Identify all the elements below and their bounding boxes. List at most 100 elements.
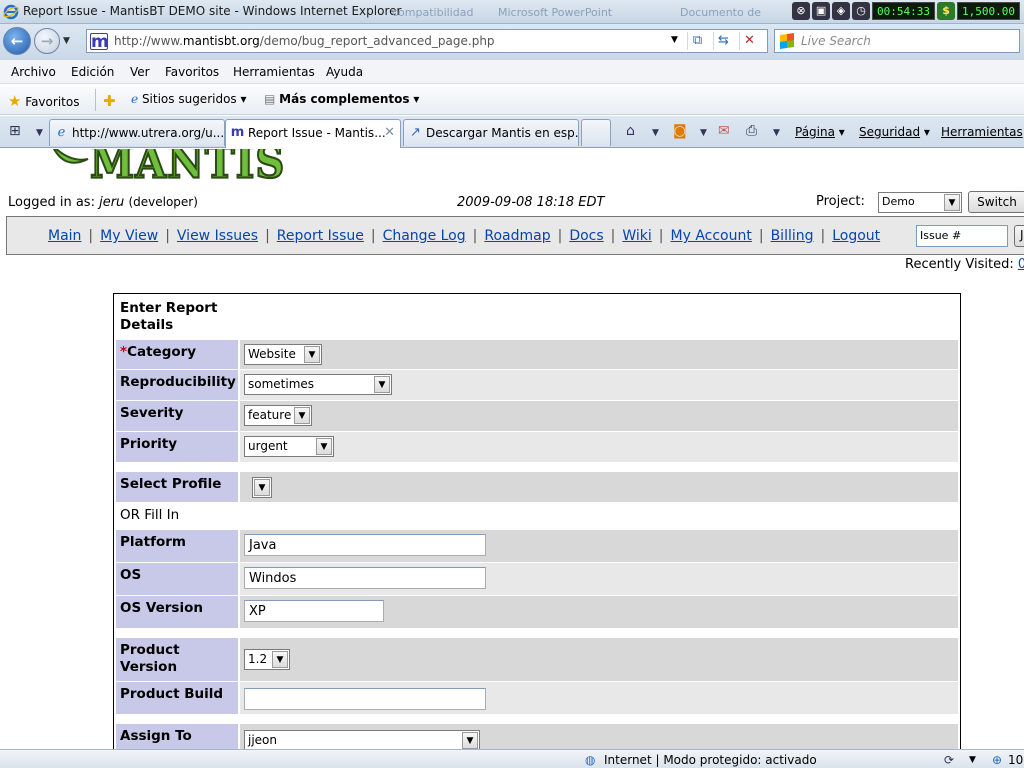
zoom-dropdown-icon[interactable]: ▼ xyxy=(969,755,976,765)
product-version-select[interactable]: 1.2 ▼ xyxy=(244,649,290,670)
balance-display: 1,500.00 xyxy=(957,2,1020,20)
tab-list-dropdown-icon[interactable]: ▼ xyxy=(36,128,43,138)
product-build-input[interactable] xyxy=(244,688,486,710)
switch-button[interactable]: Switch xyxy=(968,191,1024,213)
nav-billing[interactable]: Billing xyxy=(771,228,814,244)
select-profile-label: Select Profile xyxy=(116,472,238,502)
print-icon[interactable]: ⎙ xyxy=(746,123,757,139)
title-bar: Report Issue - MantisBT DEMO site - Wind… xyxy=(0,0,1024,24)
chevron-down-icon: ▼ xyxy=(294,407,310,424)
chevron-down-icon: ▼ xyxy=(316,438,332,455)
issue-number-input[interactable]: Issue # xyxy=(916,225,1008,247)
zoom-level[interactable]: 10 xyxy=(1008,753,1023,767)
security-zone[interactable]: Internet | Modo protegido: activado xyxy=(604,753,817,767)
nav-view-issues[interactable]: View Issues xyxy=(177,228,258,244)
background-window-label: compatibilidad xyxy=(392,6,474,19)
project-select[interactable]: Demo ▼ xyxy=(878,192,962,213)
nav-main[interactable]: Main xyxy=(48,228,81,244)
add-favorite-button[interactable]: ✚ xyxy=(103,92,116,110)
os-row: OS Windos xyxy=(116,563,958,595)
nav-report-issue[interactable]: Report Issue xyxy=(277,228,364,244)
forward-button[interactable]: → xyxy=(34,28,60,54)
assign-to-label: Assign To xyxy=(116,724,238,749)
nav-docs[interactable]: Docs xyxy=(569,228,603,244)
reproducibility-row: Reproducibility sometimes ▼ xyxy=(116,370,958,400)
priority-label: Priority xyxy=(116,432,238,462)
reproducibility-select[interactable]: sometimes ▼ xyxy=(244,374,392,395)
menu-archivo[interactable]: Archivo xyxy=(11,65,56,79)
close-tab-icon[interactable]: ✕ xyxy=(384,125,395,140)
print-dropdown-icon[interactable]: ▼ xyxy=(773,128,780,138)
address-url[interactable]: http://www.mantisbt.org/demo/bug_report_… xyxy=(114,34,495,48)
user-role: (developer) xyxy=(128,195,198,209)
clock-icon[interactable]: ◷ xyxy=(852,2,871,20)
menu-edicion[interactable]: Edición xyxy=(71,65,114,79)
history-dropdown-icon[interactable]: ▼ xyxy=(63,36,70,46)
home-dropdown-icon[interactable]: ▼ xyxy=(652,128,659,138)
refresh-icon[interactable]: ⇆ xyxy=(713,32,733,50)
address-dropdown-icon[interactable]: ▼ xyxy=(671,35,678,45)
quick-tabs-icon[interactable]: ⊞ xyxy=(9,123,21,139)
nav-logout[interactable]: Logout xyxy=(832,228,880,244)
internet-explorer-icon: ℯ xyxy=(57,125,66,140)
compatibility-view-icon[interactable]: ⧉ xyxy=(687,32,707,50)
recently-visited-link[interactable]: 00 xyxy=(1018,257,1024,272)
menu-favoritos[interactable]: Favoritos xyxy=(165,65,219,79)
feeds-icon[interactable]: ◙ xyxy=(673,123,687,139)
menu-ver[interactable]: Ver xyxy=(130,65,150,79)
os-version-input[interactable]: XP xyxy=(244,600,384,622)
stop-icon[interactable]: ✕ xyxy=(739,32,759,50)
profile-select[interactable]: ▼ xyxy=(252,477,272,498)
dollar-icon: $ xyxy=(937,2,956,20)
feeds-dropdown-icon[interactable]: ▼ xyxy=(700,128,707,138)
page-menu[interactable]: Página ▾ xyxy=(795,125,845,139)
protected-mode-icon[interactable]: ⟳ xyxy=(944,753,954,767)
address-bar[interactable]: m http://www.mantisbt.org/demo/bug_repor… xyxy=(86,29,768,53)
new-tab-button[interactable] xyxy=(581,119,611,146)
nav-wiki[interactable]: Wiki xyxy=(622,228,651,244)
report-form: Enter Report Details *Category Website ▼ … xyxy=(113,293,961,749)
jump-button[interactable]: J xyxy=(1014,225,1024,247)
network-icon[interactable]: ▣ xyxy=(812,2,831,20)
chevron-down-icon: ▼ xyxy=(254,479,270,496)
search-box[interactable]: Live Search xyxy=(774,29,1020,53)
severity-row: Severity feature ▼ xyxy=(116,401,958,431)
platform-row: Platform Java xyxy=(116,530,958,562)
favorites-button[interactable]: ★ Favoritos xyxy=(8,92,79,110)
menu-bar: Archivo Edición Ver Favoritos Herramient… xyxy=(0,60,1024,84)
suggested-sites-button[interactable]: ℯ Sitios sugeridos ▾ xyxy=(131,92,247,106)
mantis-favicon-icon: ↗ xyxy=(410,125,421,140)
nav-my-account[interactable]: My Account xyxy=(671,228,752,244)
back-button[interactable]: ← xyxy=(3,27,31,55)
nav-roadmap[interactable]: Roadmap xyxy=(484,228,550,244)
mantis-favicon-icon: m xyxy=(230,125,245,140)
close-circle-icon[interactable]: ⊗ xyxy=(792,2,811,20)
mail-icon[interactable]: ✉ xyxy=(718,123,730,139)
nav-change-log[interactable]: Change Log xyxy=(383,228,466,244)
tools-menu[interactable]: Herramientas ▾ xyxy=(941,125,1024,139)
category-select[interactable]: Website ▼ xyxy=(244,344,322,365)
severity-select[interactable]: feature ▼ xyxy=(244,405,312,426)
security-menu[interactable]: Seguridad ▾ xyxy=(859,125,930,139)
platform-input[interactable]: Java xyxy=(244,534,486,556)
tab-utrera[interactable]: ℯ http://www.utrera.org/u... xyxy=(49,119,225,146)
tab-report-issue[interactable]: m Report Issue - Mantis... ✕ xyxy=(225,119,401,148)
select-profile-row: Select Profile ▼ xyxy=(116,472,958,502)
assign-to-select[interactable]: jjeon ▼ xyxy=(244,730,480,749)
assign-to-row: Assign To jjeon ▼ xyxy=(116,724,958,749)
nav-my-view[interactable]: My View xyxy=(100,228,158,244)
priority-select[interactable]: urgent ▼ xyxy=(244,436,334,457)
shield-icon[interactable]: ◈ xyxy=(832,2,851,20)
live-search-icon xyxy=(780,33,794,49)
tab-descargar-mantis[interactable]: ↗ Descargar Mantis en esp... xyxy=(403,119,579,146)
os-input[interactable]: Windos xyxy=(244,567,486,589)
home-icon[interactable]: ⌂ xyxy=(626,123,635,139)
tab-bar: ⊞ ▼ ℯ http://www.utrera.org/u... m Repor… xyxy=(0,116,1024,148)
chevron-down-icon: ▼ xyxy=(304,346,320,363)
menu-herramientas[interactable]: Herramientas xyxy=(233,65,315,79)
spacer-row xyxy=(116,714,958,724)
menu-ayuda[interactable]: Ayuda xyxy=(326,65,363,79)
zoom-icon: ⊕ xyxy=(992,753,1003,767)
addons-button[interactable]: ▤ Más complementos ▾ xyxy=(264,92,419,106)
product-build-row: Product Build xyxy=(116,682,958,714)
